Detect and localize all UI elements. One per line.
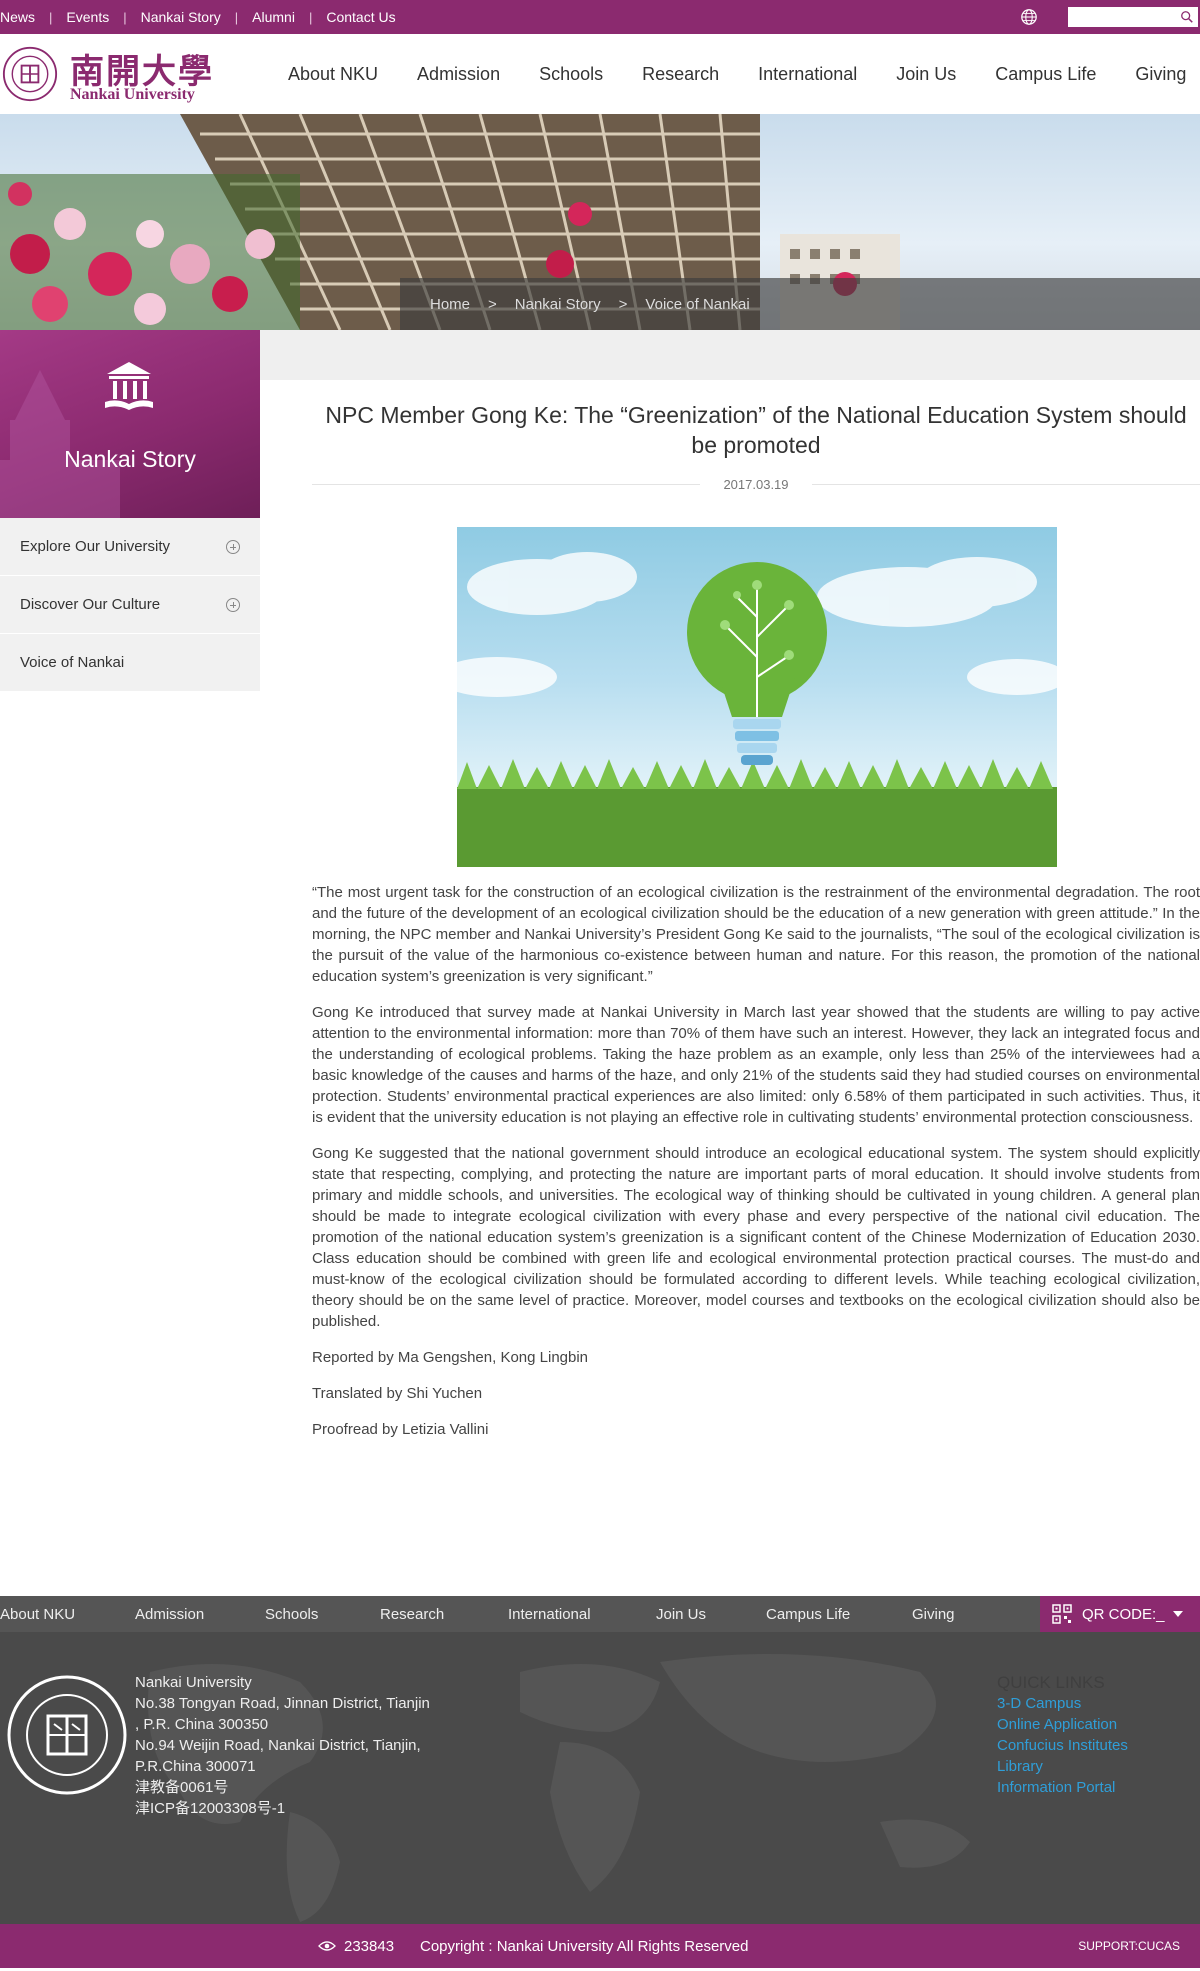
breadcrumb-separator: > <box>488 295 497 313</box>
sidebar-item-label: Discover Our Culture <box>20 596 161 613</box>
nav-item-campus-life[interactable]: Campus Life <box>995 64 1096 85</box>
support-text[interactable]: SUPPORT:CUCAS <box>1078 1924 1180 1968</box>
breadcrumb-voice-of-nankai[interactable]: Voice of Nankai <box>645 296 749 313</box>
footer-nav-admission[interactable]: Admission <box>135 1606 204 1623</box>
footer-nav-research[interactable]: Research <box>380 1606 444 1623</box>
breadcrumb-bar: Home > Nankai Story > Voice of Nankai <box>400 278 1200 330</box>
address-line: No.94 Weijin Road, Nankai District, Tian… <box>135 1737 421 1754</box>
building-icon <box>105 362 153 410</box>
sidebar-title: Nankai Story <box>64 446 196 472</box>
quick-links-title: QUICK LINKS <box>997 1673 1105 1692</box>
footer-nav-giving[interactable]: Giving <box>912 1606 955 1623</box>
university-seal-icon <box>2 46 58 102</box>
article-body: “The most urgent task for the constructi… <box>312 882 1200 1455</box>
top-link-news[interactable]: News <box>0 9 35 25</box>
footer-bottom-bar: 233843 Copyright : Nankai University All… <box>0 1924 1200 1968</box>
article-title: NPC Member Gong Ke: The “Greenization” o… <box>325 402 1187 458</box>
address-line: 津教备0061号 <box>135 1779 229 1796</box>
top-link-contact-us[interactable]: Contact Us <box>326 9 395 25</box>
article-image <box>457 527 1057 867</box>
article-date: 2017.03.19 <box>700 477 812 493</box>
globe-icon[interactable] <box>1020 8 1038 26</box>
qr-code-dropdown[interactable]: QR CODE:_ <box>1040 1596 1200 1632</box>
article-credit-proofreader: Proofread by Letizia Vallini <box>312 1421 489 1438</box>
nav-item-research[interactable]: Research <box>642 64 719 85</box>
sidebar-item-label: Voice of Nankai <box>20 654 125 671</box>
nav-item-join-us[interactable]: Join Us <box>896 64 956 85</box>
footer-nav-bar: About NKU Admission Schools Research Int… <box>0 1596 1200 1632</box>
article-paragraph: Gong Ke introduced that survey made at N… <box>312 1004 1200 1126</box>
green-lightbulb-illustration <box>457 552 1057 867</box>
separator: | <box>123 9 127 25</box>
article-credit-translator: Translated by Shi Yuchen <box>312 1385 483 1402</box>
address-line: Nankai University <box>135 1674 252 1691</box>
breadcrumb: Home > Nankai Story > Voice of Nankai <box>430 278 750 330</box>
expand-plus-icon[interactable] <box>226 598 240 612</box>
banner-image: Home > Nankai Story > Voice of Nankai <box>0 114 1200 330</box>
separator: | <box>49 9 53 25</box>
quick-link-online-application[interactable]: Online Application <box>997 1714 1128 1735</box>
footer-nav-join-us[interactable]: Join Us <box>656 1606 706 1623</box>
address-line: No.38 Tongyan Road, Jinnan District, Tia… <box>135 1695 430 1712</box>
search-box <box>1068 7 1198 27</box>
main-nav: About NKU Admission Schools Research Int… <box>288 34 1186 114</box>
footer-address: Nankai University No.38 Tongyan Road, Ji… <box>135 1672 465 1819</box>
footer-nav-international[interactable]: International <box>508 1606 591 1623</box>
quick-link-information-portal[interactable]: Information Portal <box>997 1777 1128 1798</box>
sidebar-item-voice-of-nankai[interactable]: Voice of Nankai <box>0 634 260 692</box>
nav-item-international[interactable]: International <box>758 64 857 85</box>
footer-nav-about-nku[interactable]: About NKU <box>0 1606 75 1623</box>
sidebar-header: Nankai Story <box>0 330 260 518</box>
top-link-alumni[interactable]: Alumni <box>252 9 295 25</box>
header: 南開大學 Nankai University About NKU Admissi… <box>0 34 1200 114</box>
top-links: News | Events | Nankai Story | Alumni | … <box>0 0 396 34</box>
sidebar-item-explore-our-university[interactable]: Explore Our University <box>0 518 260 576</box>
top-link-nankai-story[interactable]: Nankai Story <box>141 9 221 25</box>
qr-code-label: QR CODE:_ <box>1082 1605 1165 1623</box>
footer-nav-campus-life[interactable]: Campus Life <box>766 1606 850 1623</box>
copyright-text: Copyright : Nankai University All Rights… <box>420 1937 749 1955</box>
breadcrumb-home[interactable]: Home <box>430 296 470 313</box>
footer-university-seal-icon <box>7 1675 127 1795</box>
nav-item-schools[interactable]: Schools <box>539 64 603 85</box>
article-paragraph: “The most urgent task for the constructi… <box>312 884 1200 985</box>
nav-item-about-nku[interactable]: About NKU <box>288 64 378 85</box>
search-input[interactable] <box>1068 7 1198 27</box>
sidebar-menu: Explore Our University Discover Our Cult… <box>0 518 260 692</box>
quick-links: QUICK LINKS 3-D Campus Online Applicatio… <box>997 1672 1128 1798</box>
nav-item-admission[interactable]: Admission <box>417 64 500 85</box>
university-logo[interactable]: 南開大學 Nankai University <box>0 44 220 106</box>
search-icon[interactable] <box>1180 10 1194 24</box>
address-line: P.R.China 300071 <box>135 1758 256 1775</box>
sidebar-item-discover-our-culture[interactable]: Discover Our Culture <box>0 576 260 634</box>
expand-plus-icon[interactable] <box>226 540 240 554</box>
footer-main: Nankai University No.38 Tongyan Road, Ji… <box>0 1632 1200 1924</box>
visit-count: 233843 <box>344 1937 395 1955</box>
visit-counter: 233843 <box>318 1924 394 1968</box>
separator: | <box>308 9 313 25</box>
address-line: 津ICP备12003308号-1 <box>135 1800 286 1817</box>
separator: | <box>234 9 239 25</box>
quick-link-3d-campus[interactable]: 3-D Campus <box>997 1693 1128 1714</box>
breadcrumb-separator: > <box>618 295 628 313</box>
sidebar-item-label: Explore Our University <box>20 538 171 555</box>
quick-link-confucius-institutes[interactable]: Confucius Institutes <box>997 1735 1128 1756</box>
content-header-strip <box>260 330 1200 380</box>
footer-nav-schools[interactable]: Schools <box>265 1606 318 1623</box>
article-credit-reporter: Reported by Ma Gengshen, Kong Lingbin <box>312 1349 589 1366</box>
logo-english-name: Nankai University <box>70 86 195 103</box>
quick-link-library[interactable]: Library <box>997 1756 1128 1777</box>
address-line: , P.R. China 300350 <box>135 1716 269 1733</box>
chevron-down-icon <box>1172 1611 1183 1617</box>
eye-icon <box>318 1941 336 1951</box>
nav-item-giving[interactable]: Giving <box>1135 64 1186 85</box>
top-link-events[interactable]: Events <box>66 9 109 25</box>
top-bar: News | Events | Nankai Story | Alumni | … <box>0 0 1200 34</box>
breadcrumb-nankai-story[interactable]: Nankai Story <box>515 296 601 313</box>
qr-code-icon <box>1052 1604 1072 1624</box>
article-paragraph: Gong Ke suggested that the national gove… <box>312 1145 1200 1330</box>
